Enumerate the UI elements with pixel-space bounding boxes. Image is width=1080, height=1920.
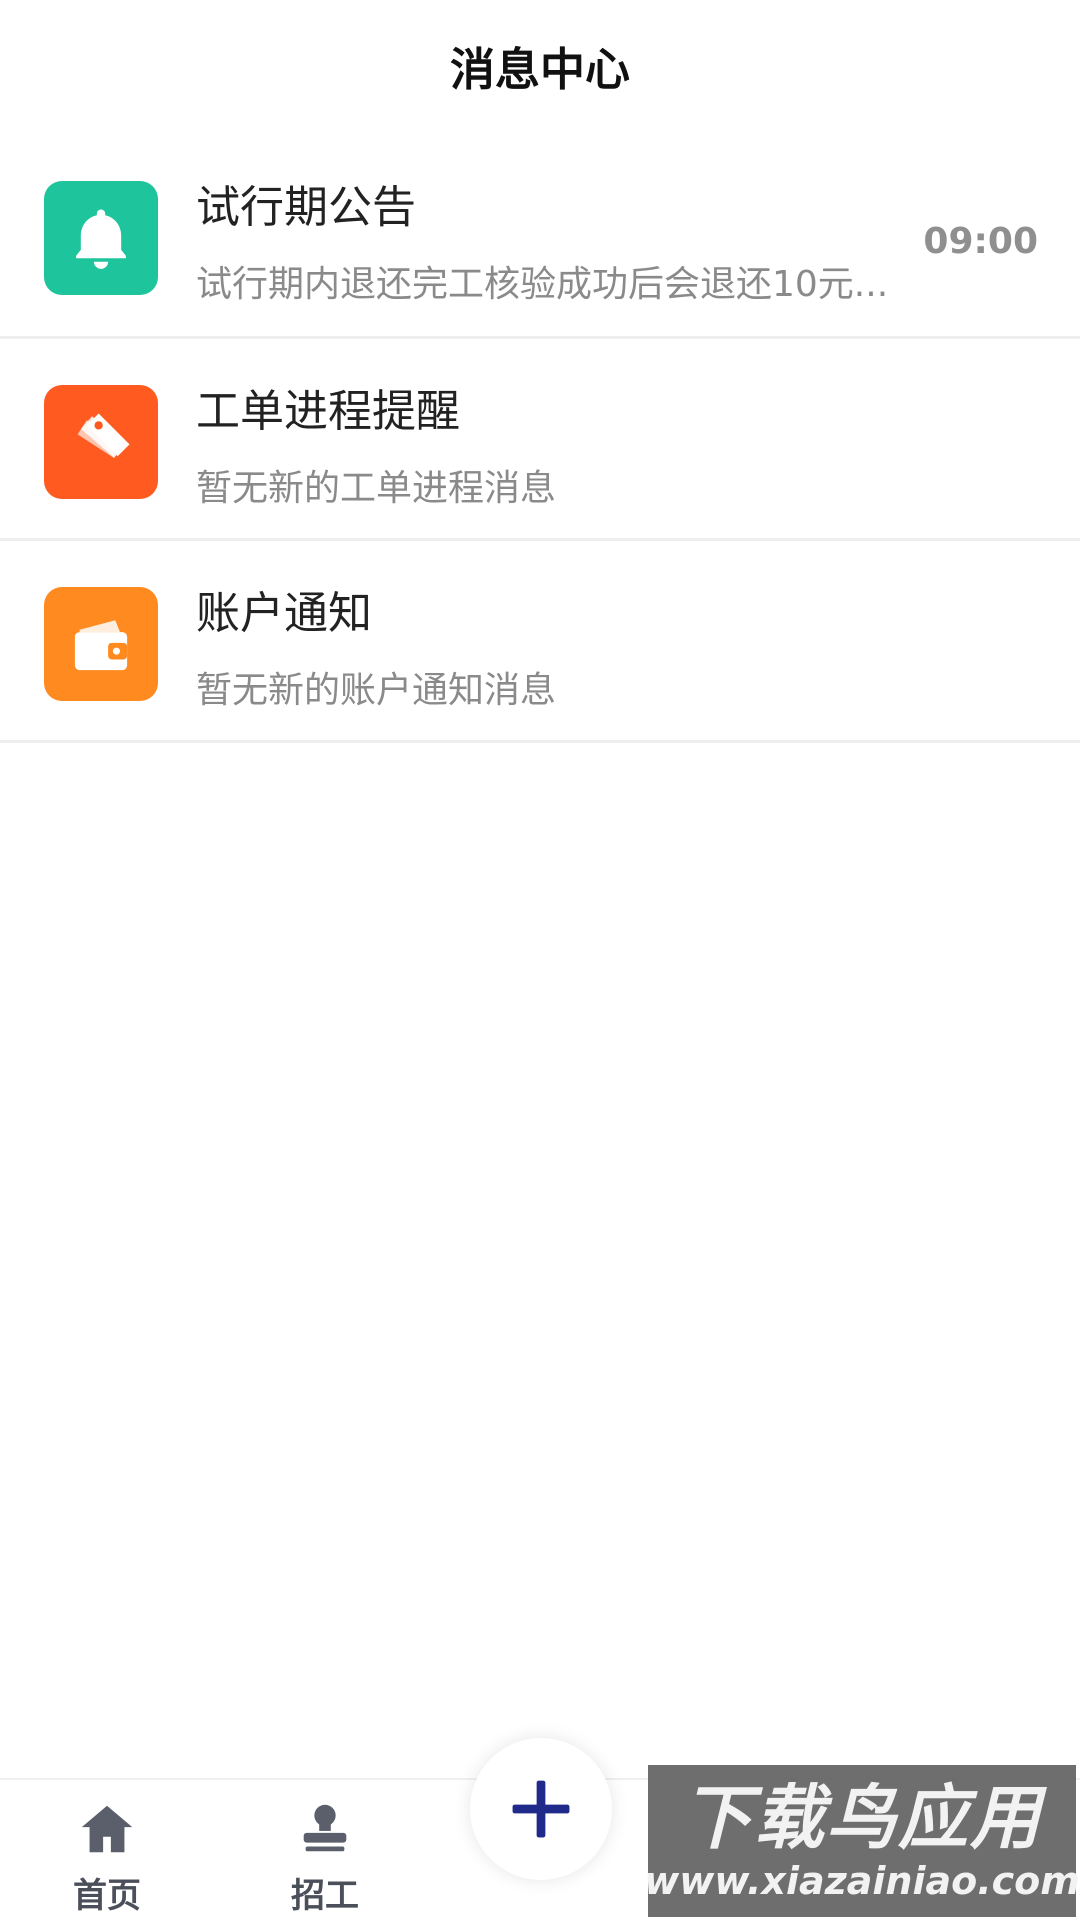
home-icon bbox=[81, 1805, 133, 1853]
message-list: 试行期公告 试行期内退还完工核验成功后会退还10元... 09:00 工单进程提… bbox=[0, 135, 1080, 743]
bell-icon bbox=[44, 181, 158, 295]
tab-label: 招工 bbox=[291, 1876, 359, 1916]
stamp-icon bbox=[303, 1804, 347, 1852]
tags-icon bbox=[44, 385, 158, 499]
watermark-url: www.xiazainiao.com bbox=[644, 1859, 1080, 1903]
add-button[interactable] bbox=[470, 1738, 612, 1880]
message-center-page: 消息中心 试行期公告 试行期内退还完工核验成功后会退还10元... 09:00 bbox=[0, 0, 1080, 1920]
message-item-work-order[interactable]: 工单进程提醒 暂无新的工单进程消息 bbox=[0, 339, 1080, 541]
tab-label: 首页 bbox=[73, 1876, 141, 1916]
page-title: 消息中心 bbox=[449, 42, 630, 96]
tab-recruit[interactable]: 招工 bbox=[260, 1798, 390, 1920]
message-item-trial-notice[interactable]: 试行期公告 试行期内退还完工核验成功后会退还10元... 09:00 bbox=[0, 135, 1080, 339]
plus-icon bbox=[512, 1780, 570, 1838]
header: 消息中心 bbox=[0, 0, 1080, 130]
message-preview: 试行期内退还完工核验成功后会退还10元... bbox=[196, 264, 889, 305]
message-title: 账户通知 bbox=[196, 588, 372, 639]
message-title: 试行期公告 bbox=[196, 182, 416, 233]
message-preview: 暂无新的账户通知消息 bbox=[196, 670, 557, 711]
watermark-title: 下载鸟应用 bbox=[682, 1777, 1042, 1859]
message-item-account[interactable]: 账户通知 暂无新的账户通知消息 bbox=[0, 541, 1080, 743]
message-preview: 暂无新的工单进程消息 bbox=[196, 468, 557, 509]
message-time: 09:00 bbox=[923, 221, 1038, 262]
watermark-overlay: 下载鸟应用 www.xiazainiao.com bbox=[644, 1765, 1080, 1917]
tab-home[interactable]: 首页 bbox=[42, 1798, 172, 1920]
wallet-icon bbox=[44, 587, 158, 701]
message-title: 工单进程提醒 bbox=[196, 386, 460, 437]
